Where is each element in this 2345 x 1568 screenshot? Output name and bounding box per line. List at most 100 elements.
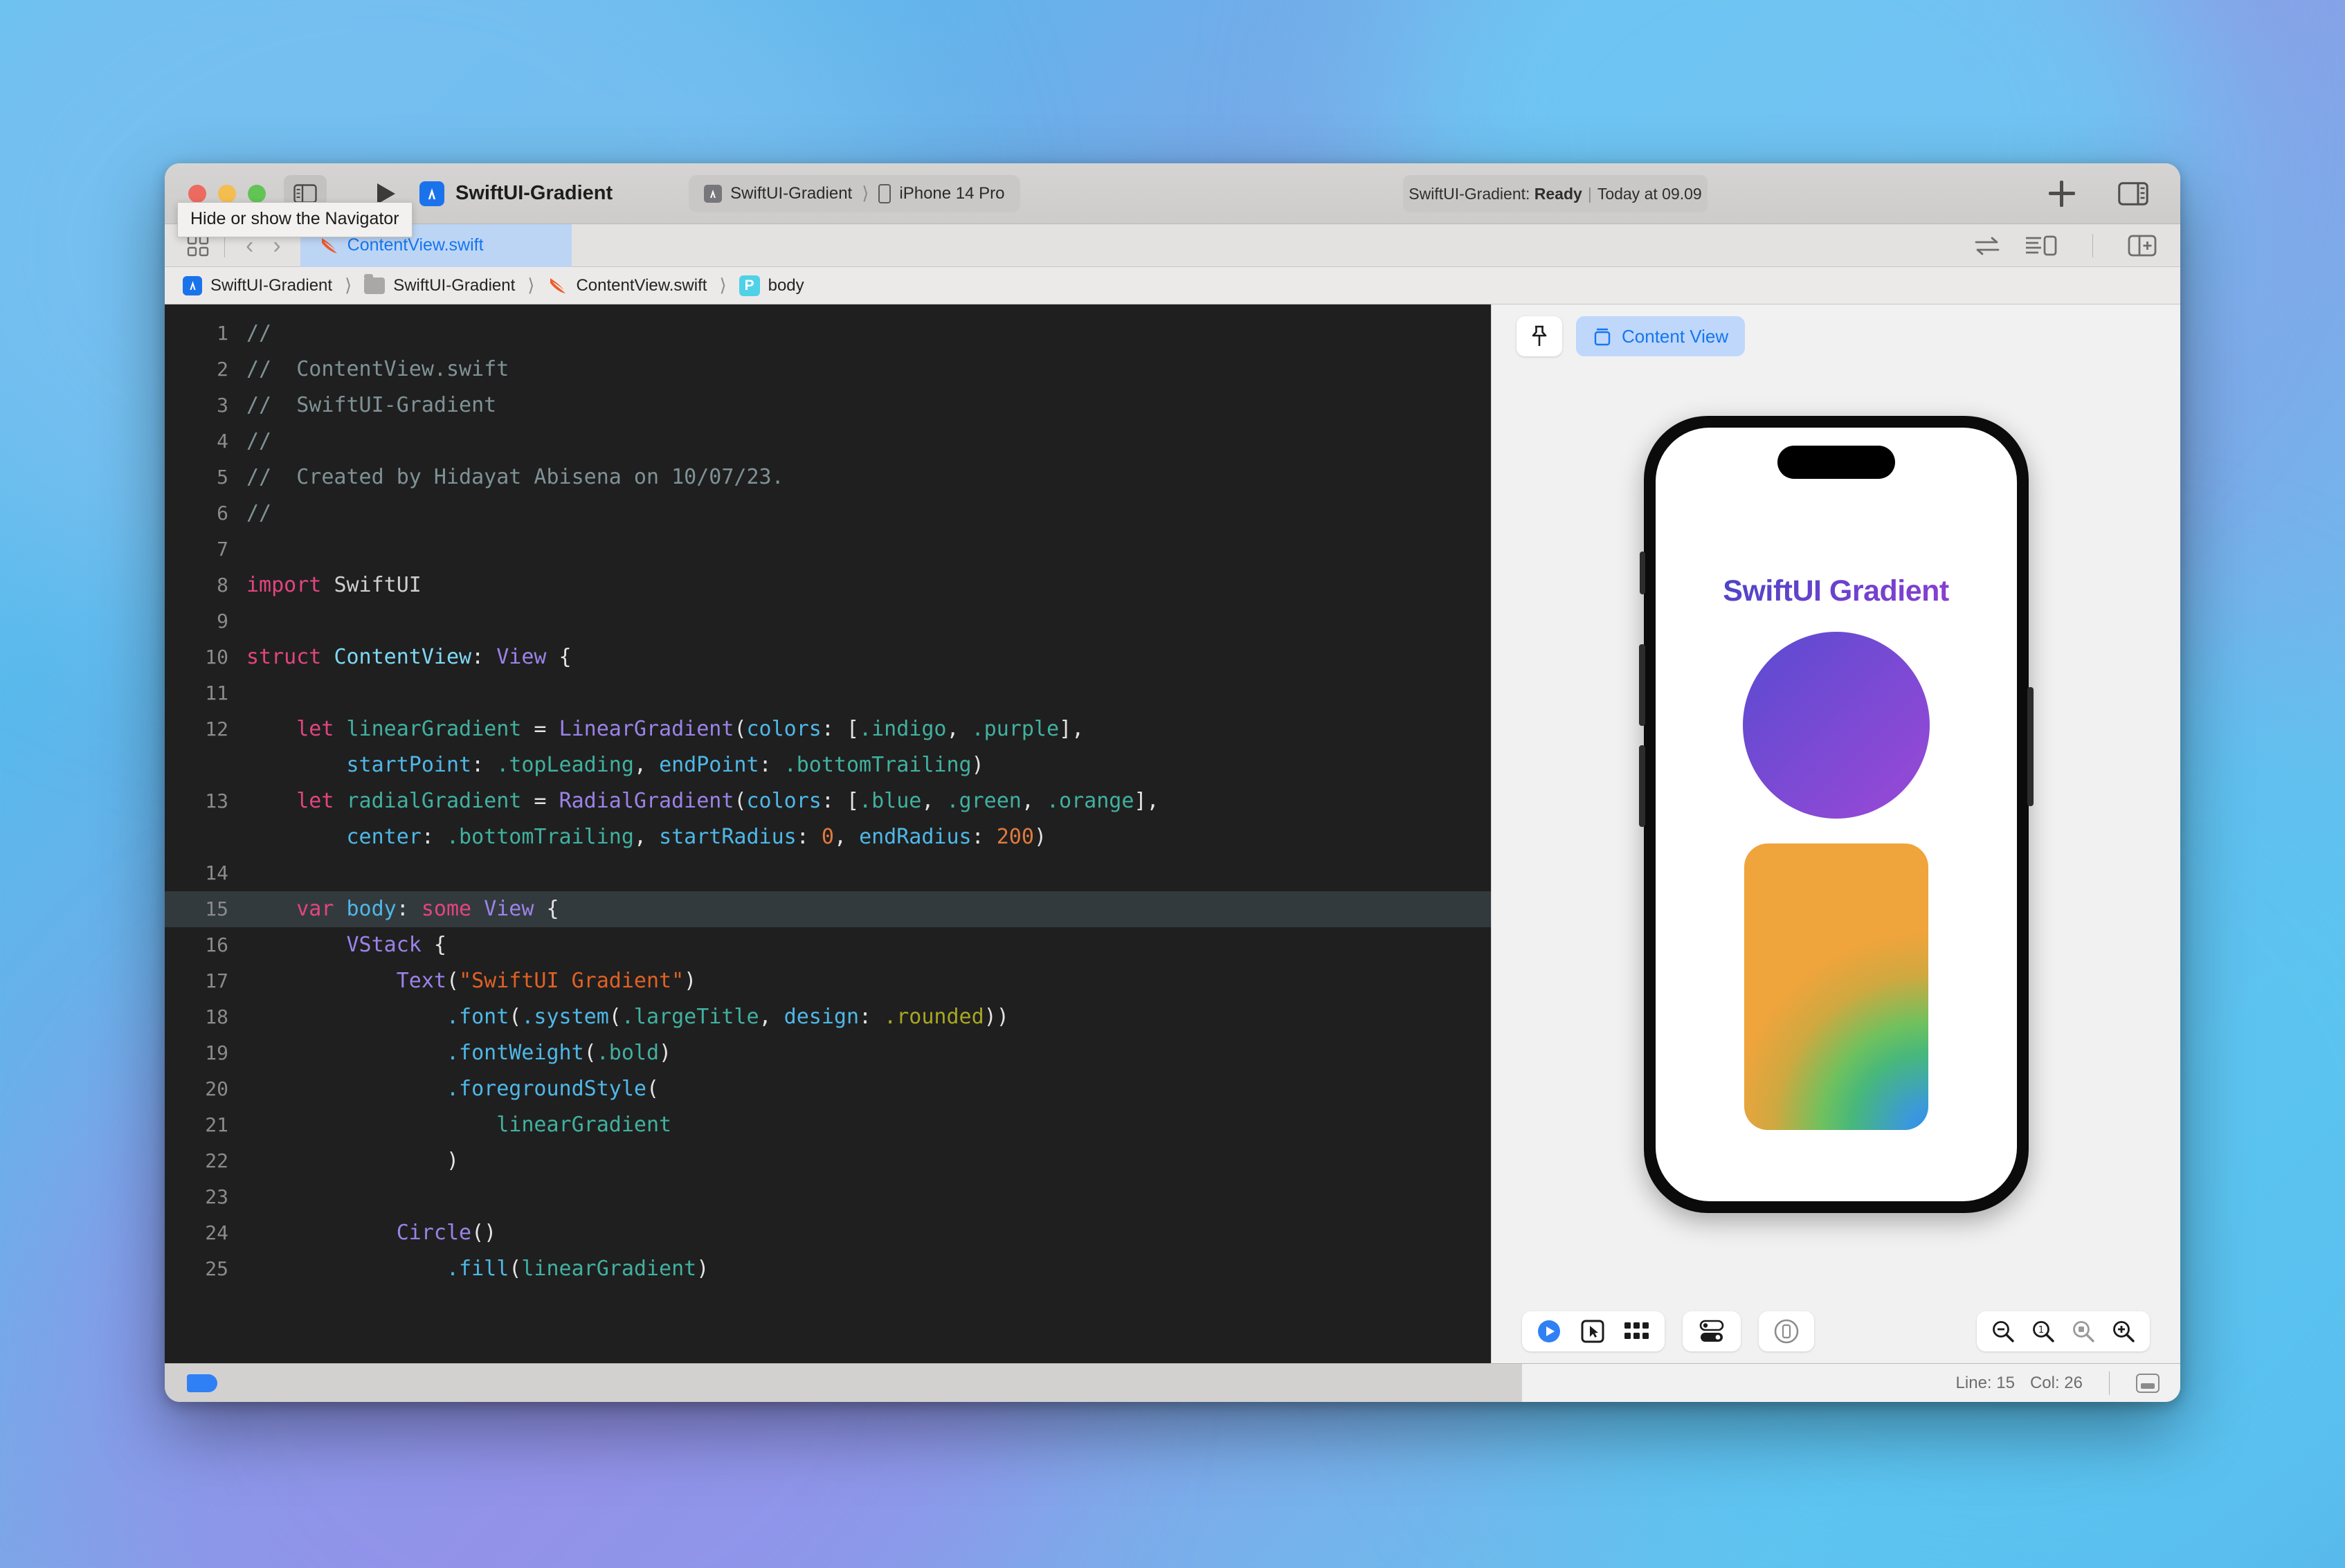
line-number: 16 [165,927,246,963]
code-token: ( [734,717,746,741]
scheme-button[interactable]: SwiftUI-Gradient [419,181,613,206]
destination-chooser[interactable]: SwiftUI-Gradient ⟩ iPhone 14 Pro [689,175,1020,212]
code-line[interactable]: 18 .font(.system(.largeTitle, design: .r… [165,999,1491,1035]
add-button[interactable] [2049,181,2075,207]
code-token: 0 [822,825,834,849]
variants-button[interactable] [1623,1321,1651,1342]
titlebar: SwiftUI-Gradient SwiftUI-Gradient ⟩ iPho… [165,163,2180,224]
code-line[interactable]: 16 VStack { [165,927,1491,963]
line-number: 2 [165,352,246,388]
zoom-actual-size-button[interactable]: 1 [2031,1319,2056,1344]
code-line[interactable]: 22 ) [165,1143,1491,1179]
code-token: ) [246,1149,459,1173]
device-settings-button[interactable] [1696,1319,1727,1344]
code-line[interactable]: 20 .foregroundStyle( [165,1071,1491,1107]
close-button[interactable] [188,185,206,203]
play-button[interactable] [1536,1318,1562,1344]
breadcrumb-item-group[interactable]: SwiftUI-Gradient [393,276,515,295]
code-text: // [246,316,271,352]
code-line[interactable]: 7 [165,531,1491,567]
code-token: View [484,897,534,921]
code-line[interactable]: 8import SwiftUI [165,567,1491,603]
pin-icon [1529,325,1550,348]
minimap-toggle-icon[interactable] [2136,1374,2160,1393]
code-token: ( [509,1005,521,1029]
code-line[interactable]: 9 [165,603,1491,639]
code-token: colors [747,717,822,741]
zoom-in-button[interactable] [2111,1319,2136,1344]
code-line[interactable]: 14 [165,855,1491,891]
activity-status[interactable]: SwiftUI-Gradient: Ready|Today at 09.09 [1403,175,1708,212]
code-token: : [797,825,822,849]
code-line[interactable]: 21 linearGradient [165,1107,1491,1143]
pin-button[interactable] [1516,316,1562,356]
line-number: 22 [165,1143,246,1179]
code-line[interactable]: 2// ContentView.swift [165,352,1491,388]
add-editor-icon[interactable] [2128,235,2157,257]
source-editor[interactable]: 1//2// ContentView.swift3// SwiftUI-Grad… [165,304,1491,1363]
code-token: startPoint [347,753,472,777]
code-token: .foregroundStyle [446,1077,646,1101]
property-icon: P [739,275,760,296]
device-preview[interactable]: SwiftUI Gradient [1644,416,2029,1213]
code-line[interactable]: 12 let linearGradient = LinearGradient(c… [165,711,1491,783]
mute-switch [1640,551,1645,594]
code-line[interactable]: 1// [165,316,1491,352]
line-number: 5 [165,459,246,495]
device-bezel-button[interactable] [1773,1318,1800,1345]
zoom-button[interactable] [248,185,266,203]
tab-label: ContentView.swift [347,235,484,255]
app-icon-small [704,185,722,203]
chevron-right-icon: ⟩ [860,183,870,204]
code-token [246,897,296,921]
code-line[interactable]: 4// [165,423,1491,459]
code-token [246,1005,446,1029]
code-token: , [759,1005,784,1029]
svg-text:1: 1 [2038,1325,2044,1335]
code-token: )) [984,1005,1009,1029]
line-number: 7 [165,531,246,567]
main-split: 1//2// ContentView.swift3// SwiftUI-Grad… [165,304,2180,1363]
code-token: = [521,789,559,813]
preview-circle-shape [1743,632,1930,819]
code-text: .fontWeight(.bold) [246,1035,671,1071]
code-line[interactable]: 24 Circle() [165,1215,1491,1251]
code-token: linearGradient [521,1257,696,1281]
zoom-out-button[interactable] [1991,1319,2016,1344]
appstore-glyph [707,188,719,200]
code-line[interactable]: 10struct ContentView: View { [165,639,1491,675]
breadcrumb-item-project[interactable]: SwiftUI-Gradient [210,276,332,295]
column-indicator: Col: 26 [2030,1374,2083,1393]
code-line[interactable]: 23 [165,1179,1491,1215]
line-number: 14 [165,855,246,891]
code-line[interactable]: 17 Text("SwiftUI Gradient") [165,963,1491,999]
debug-area-toggle[interactable] [187,1374,217,1392]
breadcrumb-item-file[interactable]: ContentView.swift [576,276,707,295]
chevron-right-icon: ⟩ [341,275,356,296]
code-token: .indigo [859,717,946,741]
selection-button[interactable] [1580,1319,1605,1344]
code-line[interactable]: 19 .fontWeight(.bold) [165,1035,1491,1071]
code-token: .purple [972,717,1059,741]
related-items-icon[interactable] [1973,235,2001,256]
code-line[interactable]: 6// [165,495,1491,531]
zoom-to-fit-button[interactable] [2071,1319,2096,1344]
code-line[interactable]: 11 [165,675,1491,711]
canvas-toggle-icon[interactable] [2025,235,2058,257]
code-token: linearGradient [496,1113,671,1137]
code-line[interactable]: 13 let radialGradient = RadialGradient(c… [165,783,1491,855]
device-bezel-group [1759,1311,1814,1351]
code-line[interactable]: 25 .fill(linearGradient) [165,1251,1491,1287]
preview-view-chip[interactable]: Content View [1576,316,1745,356]
breadcrumb-item-symbol[interactable]: body [768,276,804,295]
code-line[interactable]: 5// Created by Hidayat Abisena on 10/07/… [165,459,1491,495]
preview-title: SwiftUI Gradient [1723,574,1948,608]
code-text: .font(.system(.largeTitle, design: .roun… [246,999,1009,1035]
code-token: : [859,1005,884,1029]
code-line[interactable]: 3// SwiftUI-Gradient [165,388,1491,423]
code-token: ) [972,753,984,777]
minimize-button[interactable] [218,185,236,203]
code-token: , [1022,789,1047,813]
code-line[interactable]: 15 var body: some View { [165,891,1491,927]
inspector-toggle-button[interactable] [2118,182,2148,206]
